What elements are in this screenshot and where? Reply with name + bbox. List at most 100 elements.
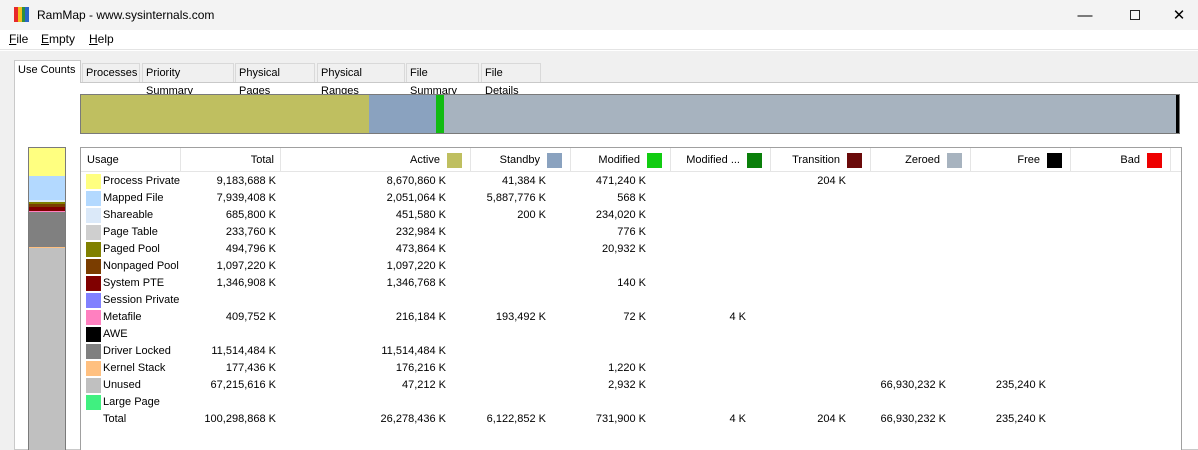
cell-free [971, 207, 1046, 224]
cell-active: 47,212 K [401, 379, 446, 391]
cell-usage: Kernel Stack [103, 362, 166, 374]
column-header-total[interactable]: Total [181, 148, 281, 172]
table-row[interactable]: Session Private [81, 292, 1181, 309]
column-header-free[interactable]: Free [971, 148, 1071, 172]
cell-modified-no-write [671, 190, 746, 207]
cell-free [971, 309, 1046, 326]
column-header-zeroed[interactable]: Zeroed [871, 148, 971, 172]
cell-transition [771, 241, 846, 258]
cell-total: 7,939,408 K [216, 192, 276, 204]
cell-bad [1071, 309, 1146, 326]
memory-bar-segment-modified [435, 95, 444, 133]
tab-physical-ranges[interactable]: Physical Ranges [317, 63, 405, 97]
cell-active: 11,514,484 K [381, 345, 446, 357]
cell-usage: Nonpaged Pool [103, 260, 179, 272]
menu-help[interactable]: Help [89, 32, 114, 46]
column-header-modified[interactable]: Modified [571, 148, 671, 172]
cell-transition [771, 343, 846, 360]
menu-file-label: ile [16, 32, 29, 46]
window-title: RamMap - www.sysinternals.com [37, 8, 215, 22]
use-counts-table[interactable]: Usage Total Active Standby Modified Modified … [80, 147, 1182, 450]
cell-free: 235,240 K [995, 379, 1046, 391]
cell-active: 26,278,436 K [380, 413, 446, 425]
cell-total: 177,436 K [225, 362, 276, 374]
usage-color-swatch [86, 378, 101, 393]
column-header-standby[interactable]: Standby [471, 148, 571, 172]
cell-modified-no-write [671, 173, 746, 190]
usage-bar-segment-driver-locked [29, 212, 65, 247]
table-row[interactable]: Page Table 233,760 K 232,984 K 776 K [81, 224, 1181, 241]
cell-transition [771, 275, 846, 292]
maximize-icon [1130, 10, 1140, 20]
cell-transition [771, 207, 846, 224]
cell-free [971, 275, 1046, 292]
cell-modified: 2,932 K [608, 379, 646, 391]
tab-file-details[interactable]: File Details [481, 63, 541, 97]
menu-empty[interactable]: Empty [41, 32, 75, 46]
usage-color-swatch [86, 276, 101, 291]
table-row[interactable]: AWE [81, 326, 1181, 343]
column-color-swatch [747, 153, 762, 168]
column-header-modified-no-write[interactable]: Modified ... [671, 148, 771, 172]
tab-processes[interactable]: Processes [82, 63, 140, 82]
cell-total: 409,752 K [225, 311, 276, 323]
cell-transition [771, 360, 846, 377]
menu-file[interactable]: File [9, 32, 28, 46]
table-row[interactable]: Driver Locked 11,514,484 K 11,514,484 K [81, 343, 1181, 360]
cell-standby: 200 K [517, 209, 546, 221]
cell-bad [1071, 326, 1146, 343]
cell-bad [1071, 394, 1146, 411]
memory-bar-segment-standby [368, 95, 436, 133]
usage-color-swatch [86, 327, 101, 342]
cell-usage: Page Table [103, 226, 158, 238]
cell-usage: Metafile [103, 311, 142, 323]
minimize-button[interactable]: — [1062, 0, 1108, 30]
cell-active: 176,216 K [395, 362, 446, 374]
usage-bar [28, 147, 66, 450]
cell-bad [1071, 241, 1146, 258]
maximize-button[interactable] [1112, 0, 1158, 30]
column-header-active[interactable]: Active [281, 148, 471, 172]
cell-standby [471, 360, 546, 377]
table-row[interactable]: System PTE 1,346,908 K 1,346,768 K 140 K [81, 275, 1181, 292]
cell-modified: 568 K [617, 192, 646, 204]
column-header-label: Transition [792, 154, 840, 166]
usage-color-swatch [86, 395, 101, 410]
table-row[interactable]: Kernel Stack 177,436 K 176,216 K 1,220 K [81, 360, 1181, 377]
cell-free: 235,240 K [995, 413, 1046, 425]
cell-modified [571, 326, 646, 343]
table-row[interactable]: Metafile 409,752 K 216,184 K 193,492 K 72 K 4… [81, 309, 1181, 326]
tab-physical-pages[interactable]: Physical Pages [235, 63, 315, 97]
table-row[interactable]: Process Private 9,183,688 K 8,670,860 K 41,… [81, 173, 1181, 190]
tab-file-summary[interactable]: File Summary [406, 63, 479, 97]
table-row[interactable]: Mapped File 7,939,408 K 2,051,064 K 5,887,7… [81, 190, 1181, 207]
cell-bad [1071, 411, 1146, 428]
tab-priority-summary[interactable]: Priority Summary [142, 63, 234, 97]
column-header-transition[interactable]: Transition [771, 148, 871, 172]
total-row[interactable]: Total 100,298,868 K 26,278,436 K 6,122,852 … [81, 411, 1181, 428]
table-row[interactable]: Nonpaged Pool 1,097,220 K 1,097,220 K [81, 258, 1181, 275]
table-row[interactable]: Large Page [81, 394, 1181, 411]
cell-active: 1,097,220 K [386, 260, 446, 272]
cell-usage: AWE [103, 328, 128, 340]
cell-bad [1071, 224, 1146, 241]
usage-bar-segment-process-private [29, 148, 65, 176]
usage-color-swatch [86, 310, 101, 325]
usage-color-swatch [86, 242, 101, 257]
cell-total [181, 326, 276, 343]
column-header-bad[interactable]: Bad [1071, 148, 1171, 172]
table-row[interactable]: Shareable 685,800 K 451,580 K 200 K 234,020 … [81, 207, 1181, 224]
tab-use-counts[interactable]: Use Counts [14, 60, 81, 83]
column-header-usage[interactable]: Usage [81, 148, 181, 172]
cell-modified: 140 K [617, 277, 646, 289]
menu-empty-label: mpty [49, 32, 76, 46]
close-button[interactable]: ✕ [1156, 0, 1198, 30]
cell-transition [771, 190, 846, 207]
cell-active: 216,184 K [395, 311, 446, 323]
cell-modified-no-write [671, 377, 746, 394]
title-bar: RamMap - www.sysinternals.com — ✕ [0, 0, 1198, 30]
table-row[interactable]: Unused 67,215,616 K 47,212 K 2,932 K 66,930,… [81, 377, 1181, 394]
column-header-label: Active [410, 154, 440, 166]
table-row[interactable]: Paged Pool 494,796 K 473,864 K 20,932 K [81, 241, 1181, 258]
cell-modified: 731,900 K [595, 413, 646, 425]
